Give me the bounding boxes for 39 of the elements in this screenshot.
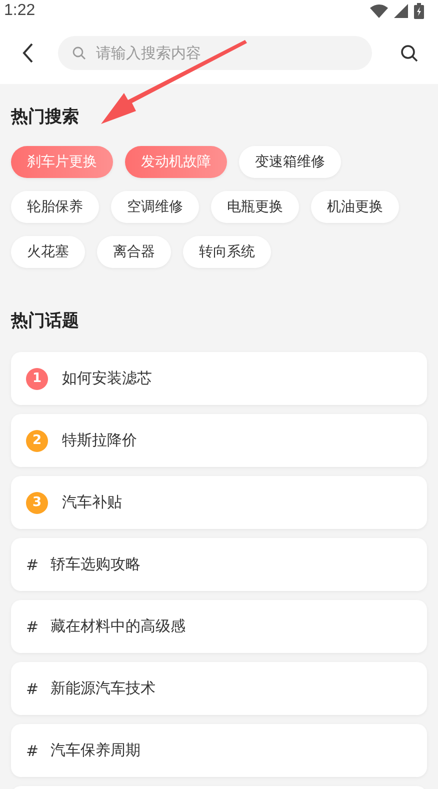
search-tag[interactable]: 机油更换 xyxy=(311,191,399,223)
topic-title: 轿车选购攻略 xyxy=(50,555,141,574)
search-tag[interactable]: 离合器 xyxy=(97,236,171,268)
topic-title: 汽车保养周期 xyxy=(50,741,141,760)
search-icon xyxy=(72,46,86,60)
section-title: 热门搜索 xyxy=(11,106,80,129)
search-tag[interactable]: 空调维修 xyxy=(111,191,199,223)
signal-icon xyxy=(394,4,408,18)
section-title: 热门话题 xyxy=(11,310,80,333)
topic-card[interactable]: # 汽车保养周期 xyxy=(11,724,427,777)
topic-title: 汽车补贴 xyxy=(62,493,122,512)
rank-badge: 3 xyxy=(26,492,48,514)
rank-badge: 1 xyxy=(26,368,48,390)
hash-mark: # xyxy=(26,680,39,698)
topic-title: 特斯拉降价 xyxy=(62,431,137,450)
hash-mark: # xyxy=(26,742,39,760)
search-tag[interactable]: 火花塞 xyxy=(11,236,85,268)
search-tag[interactable]: 电瓶更换 xyxy=(211,191,299,223)
battery-icon xyxy=(414,3,424,19)
search-field[interactable]: 请输入搜索内容 xyxy=(58,36,372,70)
search-icon[interactable] xyxy=(400,44,418,62)
topic-card[interactable]: 2 特斯拉降价 xyxy=(11,414,427,467)
topic-card[interactable]: 1 如何安装滤芯 xyxy=(11,352,427,405)
topic-card[interactable]: # 新能源汽车技术 xyxy=(11,662,427,715)
hash-mark: # xyxy=(26,618,39,636)
search-tag[interactable]: 转向系统 xyxy=(183,236,271,268)
topic-title: 如何安装滤芯 xyxy=(62,369,152,388)
wifi-icon xyxy=(370,4,388,18)
status-time: 1:22 xyxy=(4,2,36,20)
hash-mark: # xyxy=(26,556,39,574)
search-tag[interactable]: 轮胎保养 xyxy=(11,191,99,223)
back-icon[interactable] xyxy=(22,43,34,63)
topic-title: 藏在材料中的高级感 xyxy=(50,617,186,636)
topic-card[interactable]: # 轿车选购攻略 xyxy=(11,538,427,591)
topic-card[interactable]: 3 汽车补贴 xyxy=(11,476,427,529)
search-tag[interactable]: 变速箱维修 xyxy=(239,146,341,178)
topic-title: 新能源汽车技术 xyxy=(50,679,156,698)
topic-card[interactable]: # 藏在材料中的高级感 xyxy=(11,600,427,653)
rank-badge: 2 xyxy=(26,430,48,452)
